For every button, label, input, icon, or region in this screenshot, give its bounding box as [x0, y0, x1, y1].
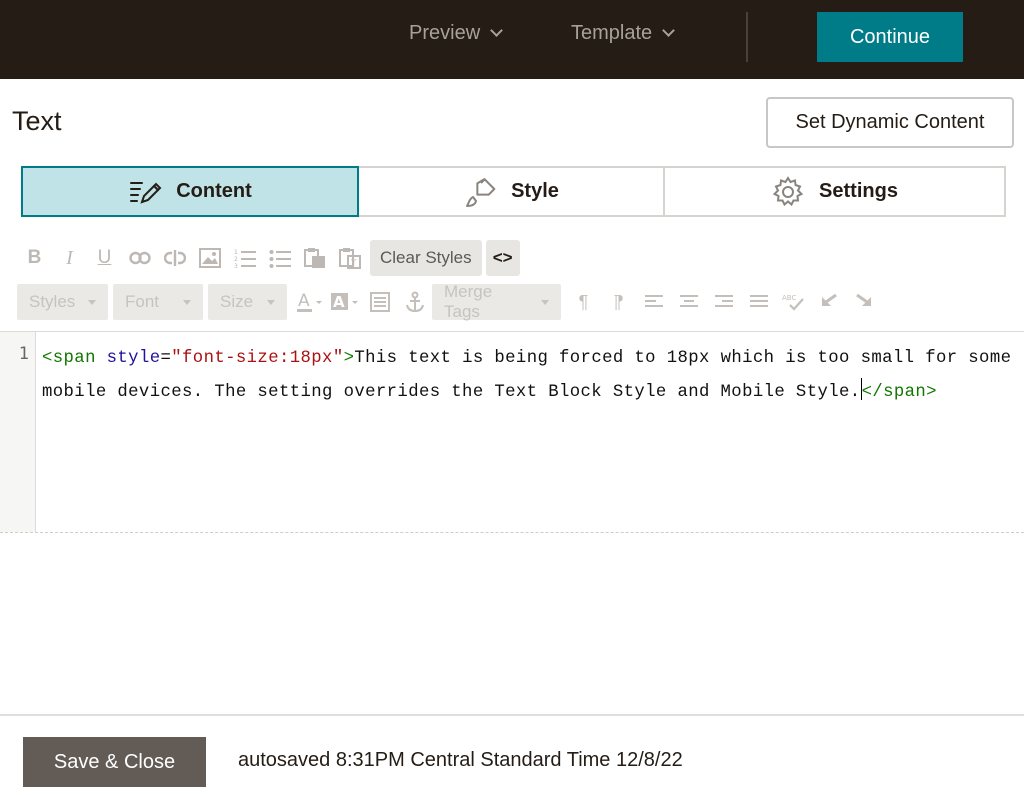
preview-label: Preview: [409, 22, 481, 44]
italic-icon[interactable]: I: [52, 240, 87, 276]
merge-tags-dropdown[interactable]: Merge Tags: [432, 282, 561, 321]
svg-text:A: A: [298, 291, 310, 311]
save-and-close-button[interactable]: Save & Close: [23, 737, 206, 787]
caret-down-icon: [88, 299, 96, 305]
svg-text:1: 1: [234, 249, 238, 256]
code-attr-name: style: [95, 349, 161, 368]
styles-dropdown[interactable]: Styles: [17, 284, 108, 320]
bold-icon[interactable]: B: [17, 240, 52, 276]
unlink-icon[interactable]: [157, 240, 192, 276]
font-dropdown-label: Font: [125, 292, 160, 311]
svg-text:T: T: [350, 259, 357, 269]
pencil-lines-icon: [130, 181, 162, 204]
tab-content-label: Content: [176, 180, 252, 202]
paragraph-rtl-icon[interactable]: ¶: [601, 284, 636, 320]
code-tag-open: <span: [42, 349, 96, 368]
code-attr-value: "font-size:18px": [171, 349, 344, 368]
continue-button[interactable]: Continue: [817, 12, 963, 62]
code-content[interactable]: <span style="font-size:18px">This text i…: [42, 342, 1022, 410]
text-color-icon[interactable]: A: [292, 284, 327, 320]
line-number: 1: [18, 344, 29, 364]
image-icon[interactable]: [192, 240, 227, 276]
align-center-icon[interactable]: [671, 284, 706, 320]
paste-text-icon[interactable]: T: [332, 240, 367, 276]
align-justify-icon[interactable]: [741, 284, 776, 320]
anchor-icon[interactable]: [397, 284, 432, 320]
bulleted-list-icon[interactable]: [262, 240, 297, 276]
footer-bar: Save & Close autosaved 8:31PM Central St…: [0, 714, 1024, 795]
template-label: Template: [571, 22, 653, 44]
tab-settings-label: Settings: [819, 180, 898, 202]
merge-tags-dropdown-label: Merge Tags: [444, 282, 493, 321]
top-bar: Preview Template Continue: [0, 0, 1024, 79]
size-dropdown[interactable]: Size: [208, 284, 287, 320]
code-tag-bracket: >: [343, 349, 355, 368]
line-gutter: 1: [0, 332, 36, 532]
paste-icon[interactable]: [297, 240, 332, 276]
font-dropdown[interactable]: Font: [113, 284, 203, 320]
gear-icon: [772, 175, 804, 206]
link-icon[interactable]: [122, 240, 157, 276]
size-dropdown-label: Size: [220, 292, 254, 311]
align-left-icon[interactable]: [636, 284, 671, 320]
chevron-down-icon: [662, 24, 676, 37]
background-color-icon[interactable]: A: [327, 284, 362, 320]
caret-down-icon: [541, 299, 549, 305]
undo-icon[interactable]: [811, 284, 846, 320]
tab-content[interactable]: Content: [21, 166, 359, 217]
panel-title: Text: [12, 106, 62, 136]
svg-text:ABC: ABC: [782, 294, 796, 302]
chevron-down-icon: [490, 24, 504, 37]
block-icon[interactable]: [362, 284, 397, 320]
paint-brush-icon: [466, 177, 496, 207]
clear-styles-button[interactable]: Clear Styles: [370, 240, 482, 276]
code-attr-eq: =: [160, 349, 172, 368]
topbar-divider: [746, 12, 748, 62]
source-code-editor[interactable]: 1 <span style="font-size:18px">This text…: [0, 331, 1024, 533]
tab-style-label: Style: [511, 180, 559, 202]
toolbar-row-2: Styles Font Size A A Merge Tags ¶ ¶ ABC: [17, 282, 881, 321]
underline-icon[interactable]: U: [87, 240, 122, 276]
spellcheck-icon[interactable]: ABC: [776, 284, 811, 320]
redo-icon[interactable]: [846, 284, 881, 320]
tab-settings[interactable]: Settings: [665, 166, 1006, 217]
tab-style[interactable]: Style: [359, 166, 665, 217]
template-menu[interactable]: Template: [571, 22, 676, 45]
set-dynamic-content-button[interactable]: Set Dynamic Content: [766, 97, 1014, 148]
caret-down-icon: [183, 299, 191, 305]
styles-dropdown-label: Styles: [29, 292, 76, 311]
paragraph-ltr-icon[interactable]: ¶: [566, 284, 601, 320]
source-code-button[interactable]: <>: [485, 240, 520, 276]
svg-text:A: A: [333, 293, 345, 311]
svg-text:3: 3: [234, 263, 238, 268]
preview-menu[interactable]: Preview: [409, 22, 504, 45]
autosave-status: autosaved 8:31PM Central Standard Time 1…: [238, 749, 683, 771]
editor-tabs: Content Style Settings: [21, 166, 1006, 217]
svg-text:2: 2: [234, 256, 238, 263]
align-right-icon[interactable]: [706, 284, 741, 320]
toolbar-row-1: B I U 123 T Clear Styles <>: [17, 240, 520, 276]
caret-down-icon: [267, 299, 275, 305]
numbered-list-icon[interactable]: 123: [227, 240, 262, 276]
code-tag-end: </span>: [861, 383, 937, 402]
